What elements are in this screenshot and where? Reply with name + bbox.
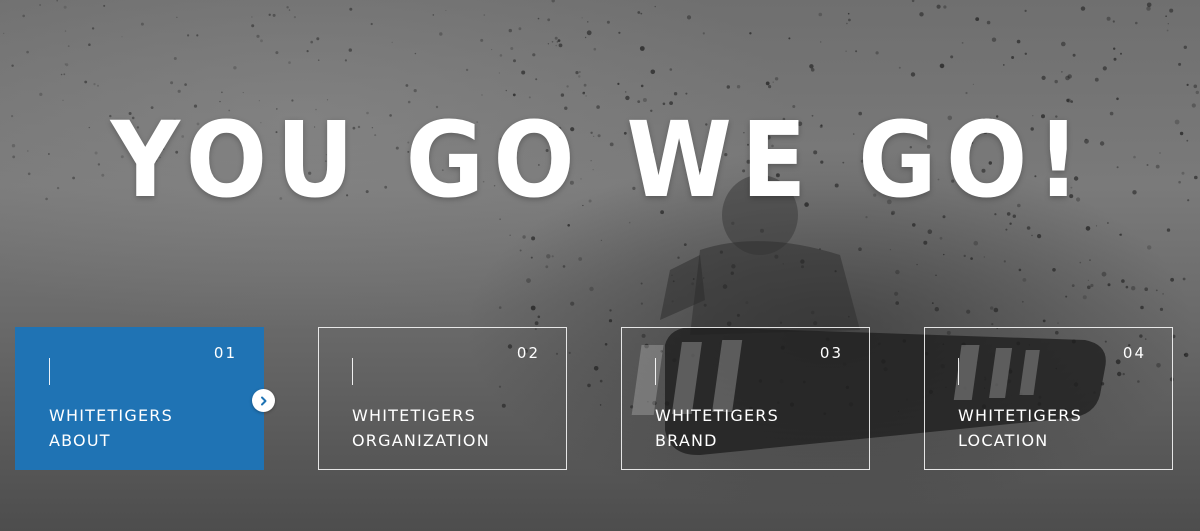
card-title-line1: WHITETIGERS (958, 406, 1082, 425)
card-number: 01 (213, 344, 237, 362)
hero-section: YOU GO WE GO! 01 WHITETIGERS ABOUT 02 WH… (0, 0, 1200, 531)
card-location[interactable]: 04 WHITETIGERS LOCATION (924, 327, 1173, 470)
card-divider (49, 358, 50, 385)
card-title-line1: WHITETIGERS (352, 406, 476, 425)
hero-headline: YOU GO WE GO! (110, 99, 1090, 221)
card-divider (352, 358, 353, 385)
chevron-right-icon (260, 396, 266, 405)
card-about[interactable]: 01 WHITETIGERS ABOUT (15, 327, 264, 470)
card-title-line2: BRAND (655, 431, 718, 450)
card-title-line2: LOCATION (958, 431, 1049, 450)
card-title-line2: ORGANIZATION (352, 431, 490, 450)
card-arrow-button[interactable] (252, 389, 275, 412)
card-organization[interactable]: 02 WHITETIGERS ORGANIZATION (318, 327, 567, 470)
card-title-line1: WHITETIGERS (49, 406, 173, 425)
card-divider (655, 358, 656, 385)
card-number: 04 (1122, 344, 1146, 362)
card-divider (958, 358, 959, 385)
card-title-line2: ABOUT (49, 431, 111, 450)
card-title-line1: WHITETIGERS (655, 406, 779, 425)
card-brand[interactable]: 03 WHITETIGERS BRAND (621, 327, 870, 470)
card-number: 03 (819, 344, 843, 362)
card-number: 02 (516, 344, 540, 362)
